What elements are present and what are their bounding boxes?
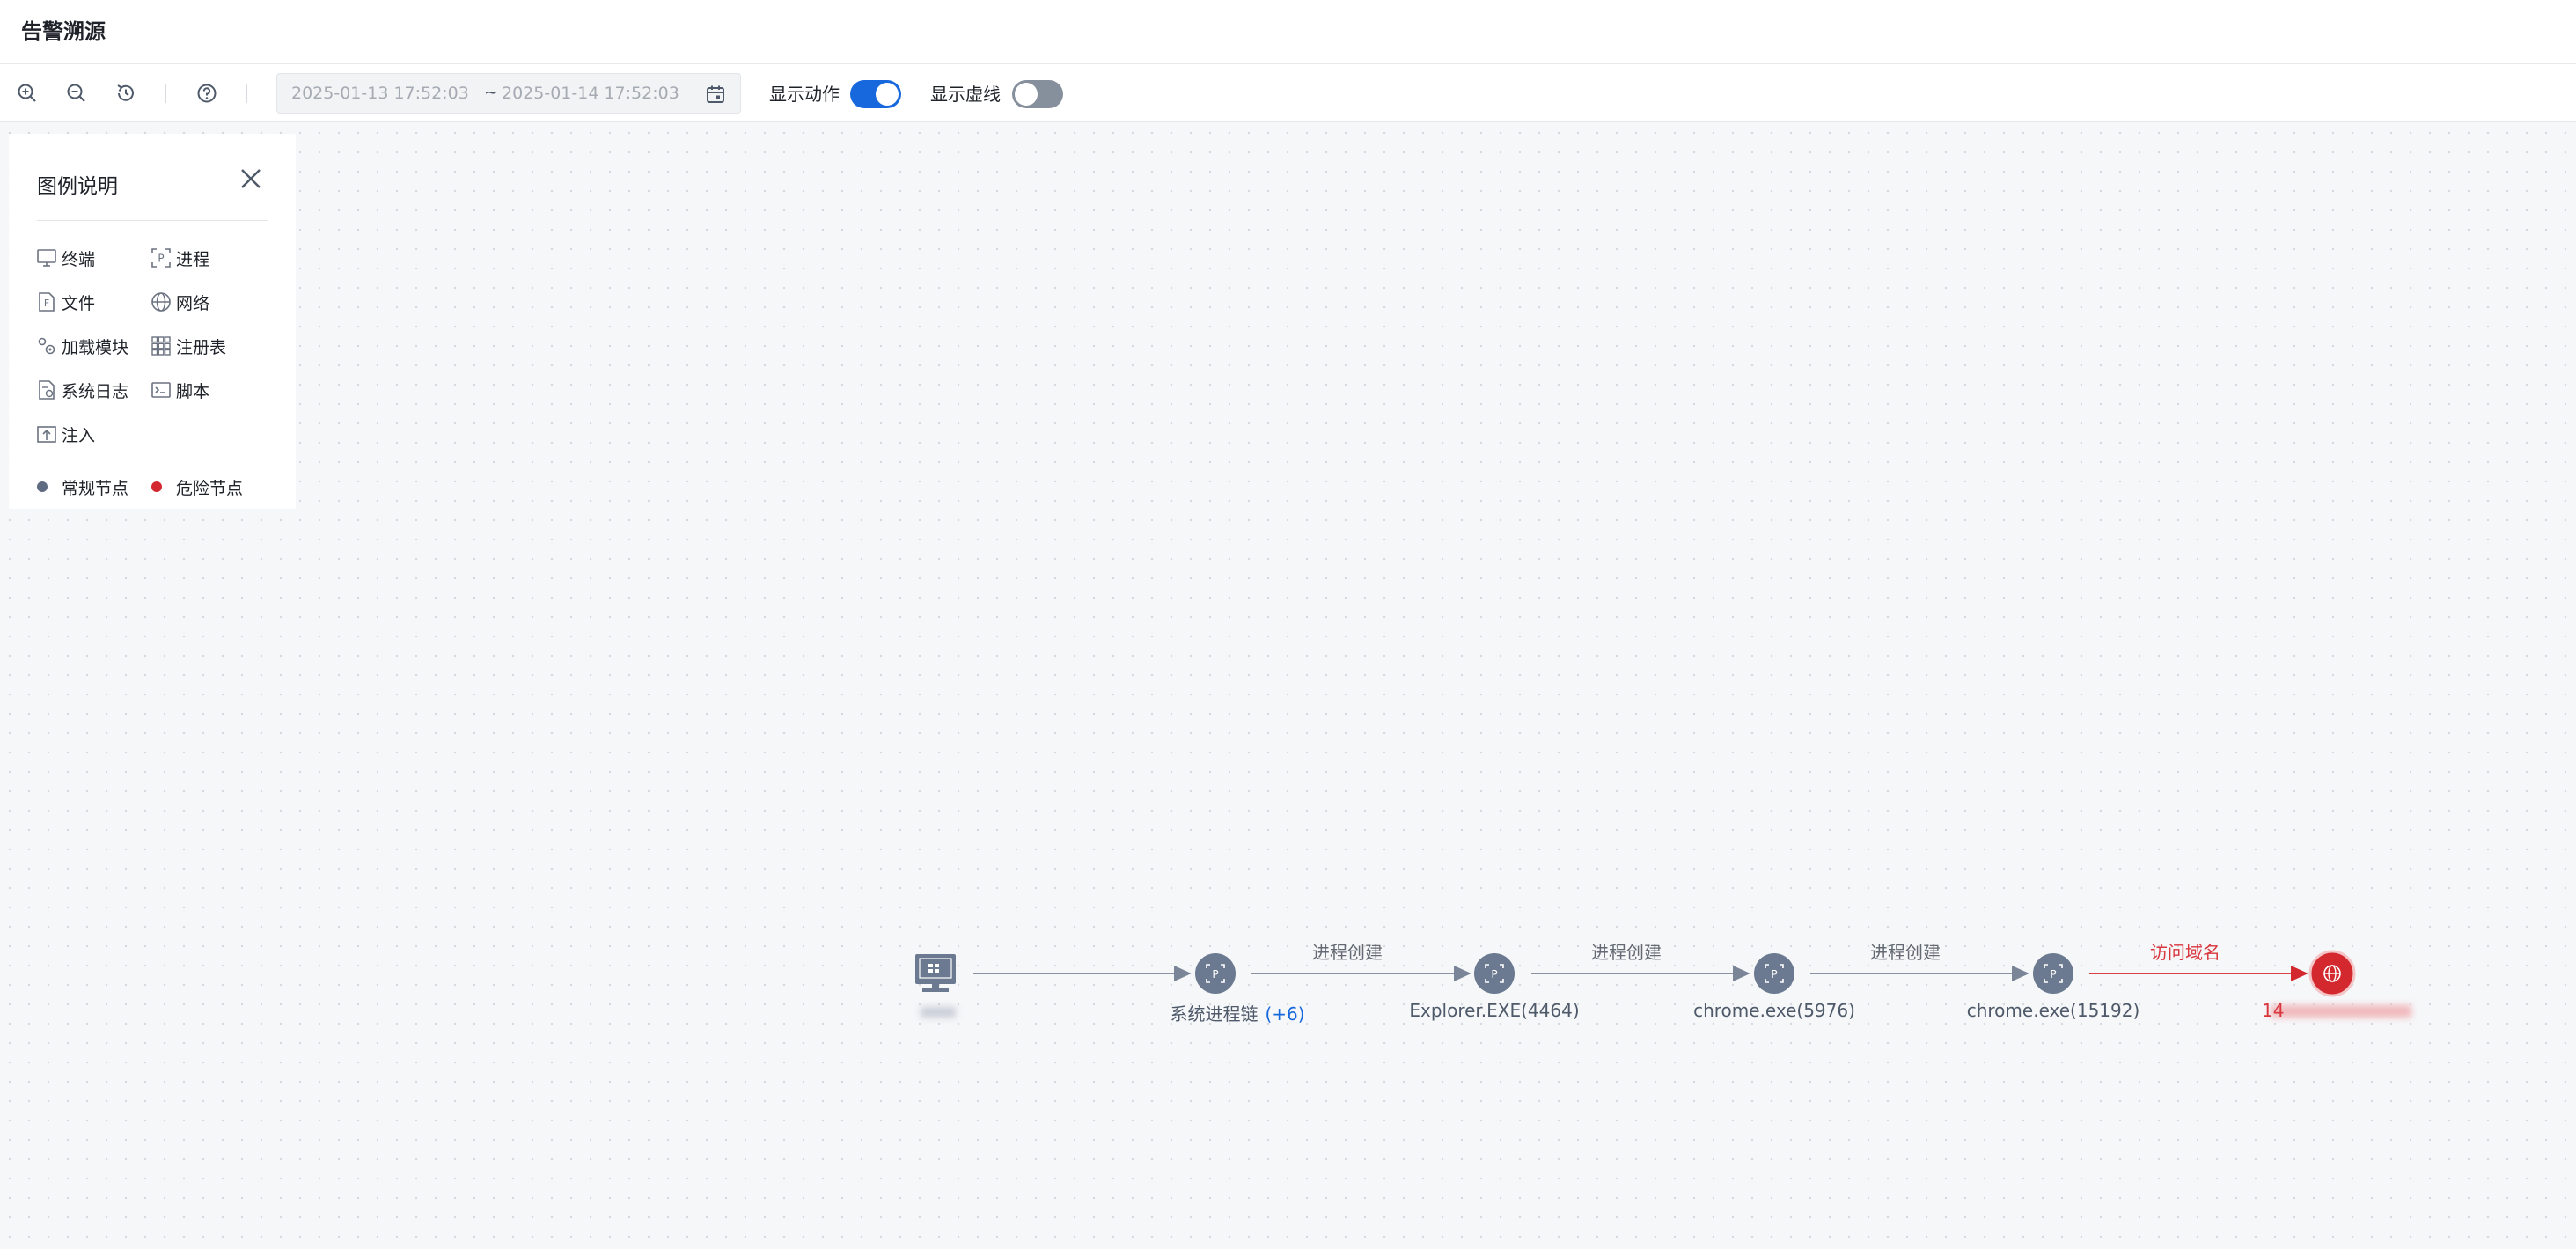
edge-label: 进程创建 (1870, 942, 1941, 963)
node-label: 系统进程链 (+6) (1170, 1000, 1304, 1025)
node-label-danger: 14 (2262, 1000, 2285, 1021)
node-label: chrome.exe(15192) (1966, 1000, 2140, 1021)
node-label-text: 系统进程链 (1170, 1003, 1259, 1025)
svg-text:P: P (1771, 968, 1777, 981)
network-label-redacted (2271, 1005, 2411, 1018)
svg-text:P: P (1212, 968, 1218, 981)
terminal-node[interactable] (915, 954, 956, 992)
edge-label-danger: 访问域名 (2150, 942, 2220, 963)
network-node-danger[interactable] (2308, 950, 2356, 997)
edge-label: 进程创建 (1312, 942, 1383, 963)
attack-chain-graph: P P P P (915, 950, 2411, 1018)
expand-count-badge[interactable]: (+6) (1265, 1003, 1304, 1025)
node-label: Explorer.EXE(4464) (1409, 1000, 1580, 1021)
edge-label: 进程创建 (1591, 942, 1662, 963)
process-node[interactable]: P (1474, 953, 1515, 994)
svg-text:P: P (1491, 968, 1497, 981)
process-node[interactable]: P (1195, 953, 1236, 994)
process-node[interactable]: P (2033, 953, 2073, 994)
process-node[interactable]: P (1754, 953, 1794, 994)
node-label: chrome.exe(5976) (1693, 1000, 1855, 1021)
svg-text:P: P (2050, 968, 2056, 981)
terminal-label-redacted (921, 1007, 956, 1018)
